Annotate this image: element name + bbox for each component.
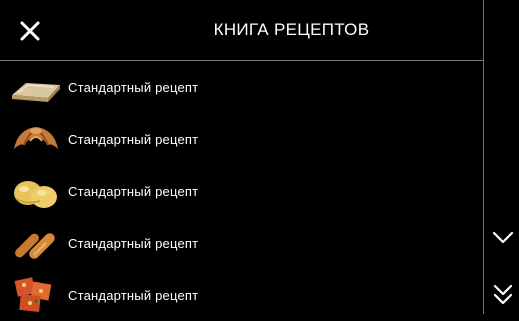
close-icon: [20, 21, 40, 41]
recipe-item[interactable]: Стандартный рецепт: [0, 165, 483, 217]
recipe-label: Стандартный рецепт: [68, 287, 199, 303]
croissant-icon: [14, 127, 58, 149]
scroll-nav: [484, 0, 519, 314]
recipe-label: Стандартный рецепт: [68, 235, 199, 251]
recipe-list: Стандартный рецепт Стандартный рецепт Ст…: [0, 61, 483, 321]
recipe-label: Стандартный рецепт: [68, 79, 199, 95]
recipe-item[interactable]: Стандартный рецепт: [0, 217, 483, 269]
recipe-label: Стандартный рецепт: [68, 183, 199, 199]
header-bar: КНИГА РЕЦЕПТОВ: [0, 0, 483, 61]
baguette-icon: [15, 233, 55, 259]
recipe-book-panel: КНИГА РЕЦЕПТОВ Стандартный рецепт Станда…: [0, 0, 483, 314]
scroll-down-button[interactable]: [490, 224, 516, 250]
recipe-item[interactable]: Стандартный рецепт: [0, 61, 483, 113]
chevron-down-icon: [492, 231, 514, 244]
page-down-button[interactable]: [490, 282, 516, 308]
page-title: КНИГА РЕЦЕПТОВ: [213, 20, 370, 39]
recipe-item[interactable]: Стандартный рецепт: [0, 113, 483, 165]
buns-icon: [14, 181, 57, 208]
recipe-item[interactable]: Стандартный рецепт: [0, 269, 483, 321]
close-button[interactable]: [17, 18, 43, 44]
flat-bread-icon: [12, 83, 60, 102]
pizza-icon: [14, 277, 52, 313]
recipe-label: Стандартный рецепт: [68, 131, 199, 147]
double-chevron-down-icon: [493, 284, 513, 305]
